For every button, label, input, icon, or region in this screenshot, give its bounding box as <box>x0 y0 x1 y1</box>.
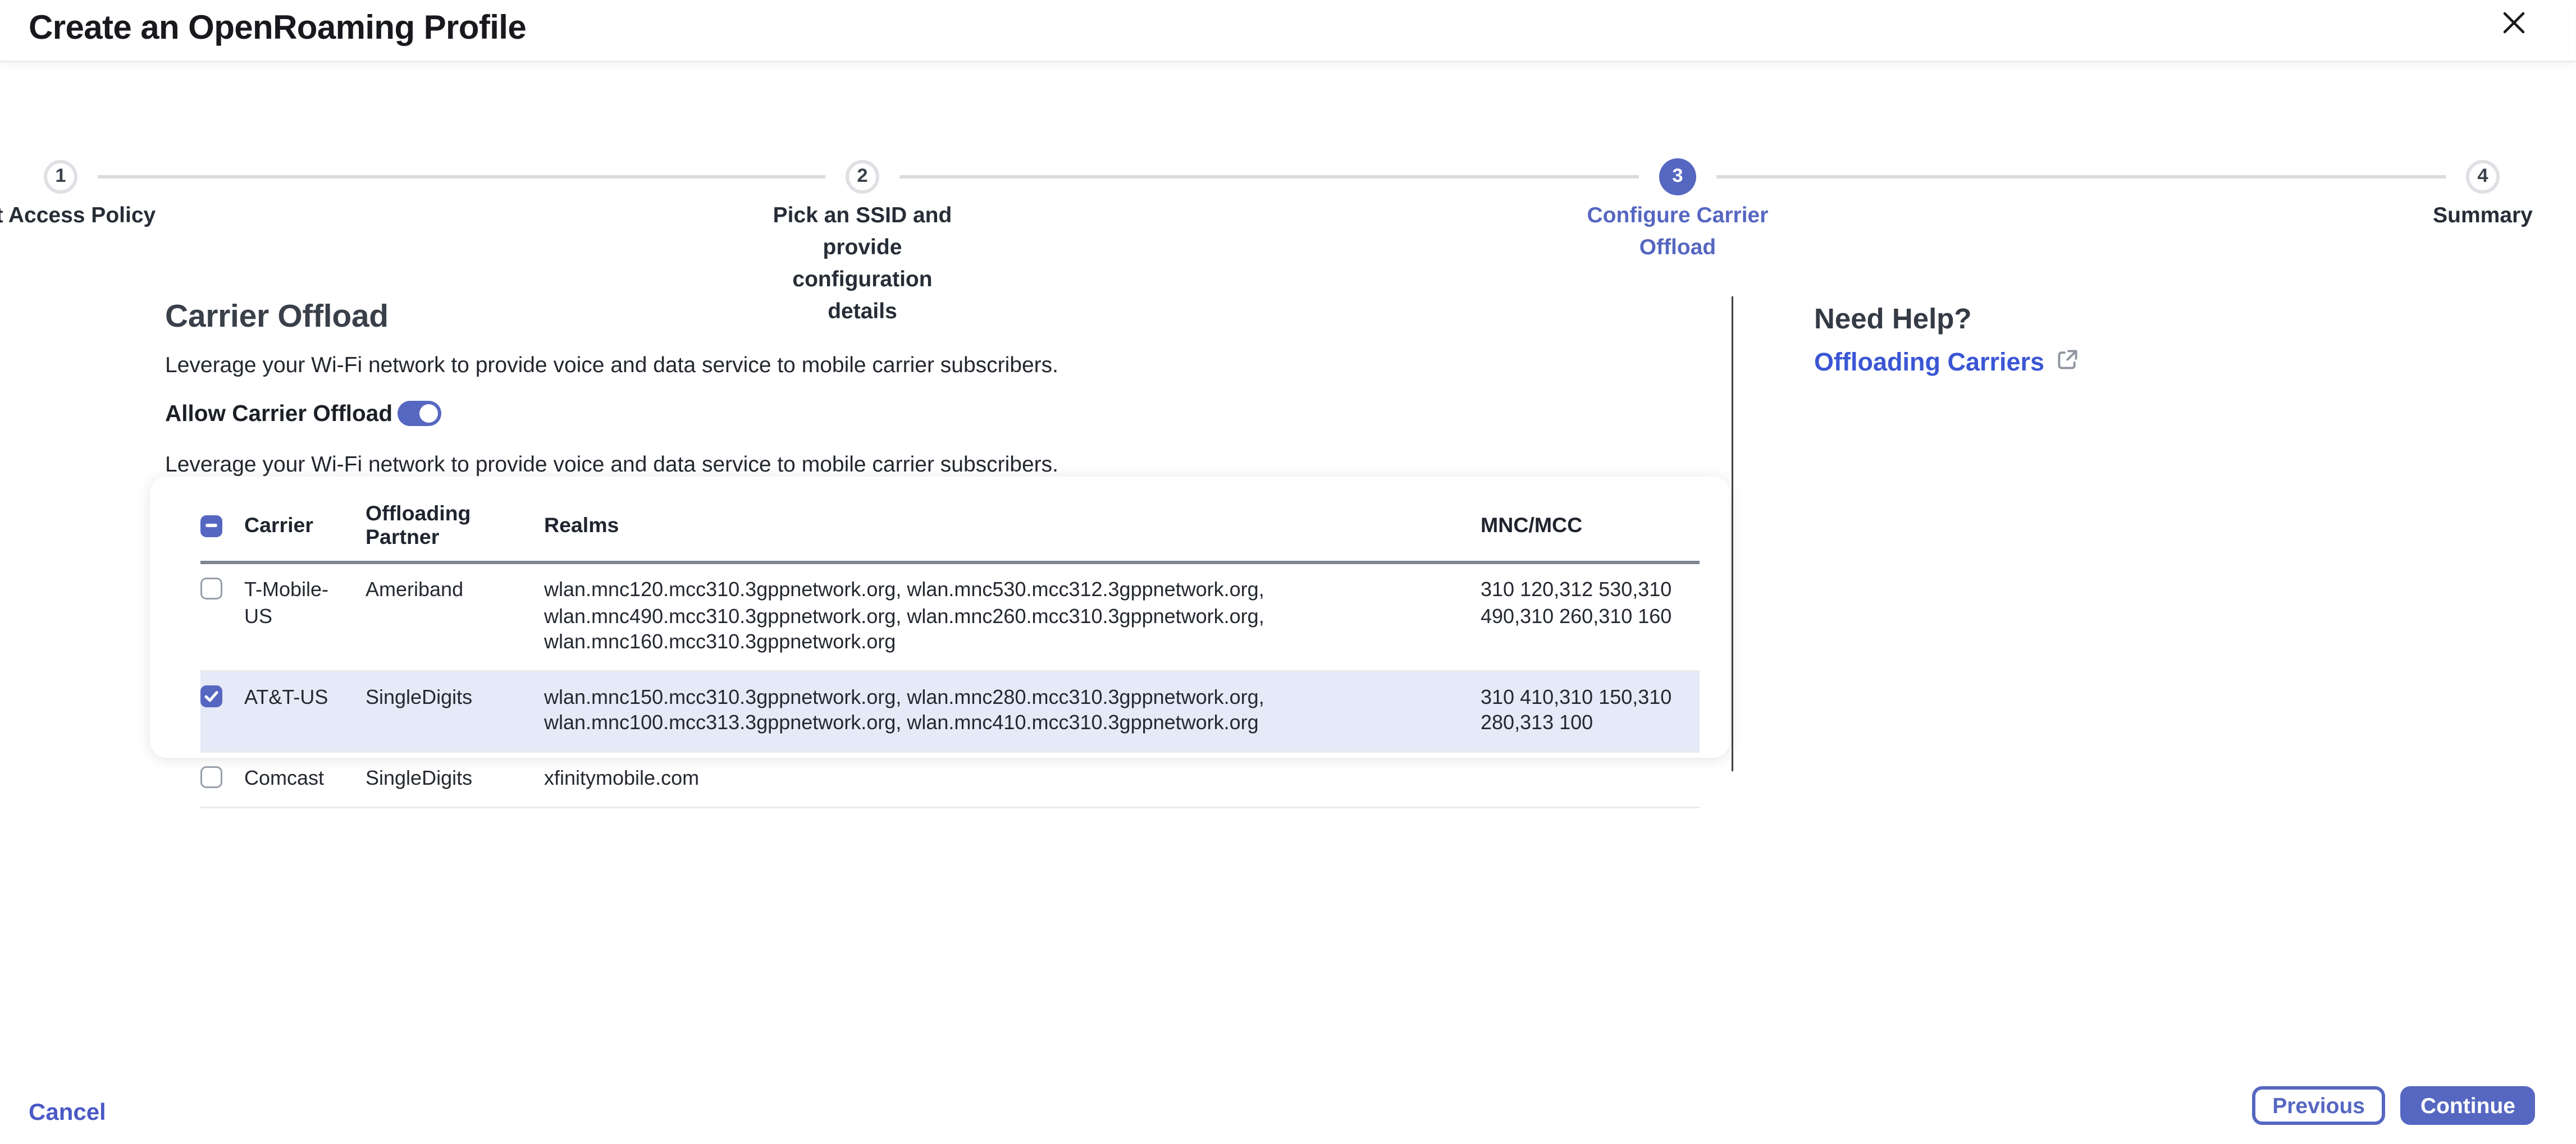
column-header-realms: Realms <box>544 490 1481 562</box>
step-1-circle[interactable]: 1 <box>44 160 77 194</box>
create-openroaming-profile-dialog: Create an OpenRoaming Profile 1 Set Acce… <box>0 0 2576 1144</box>
wizard-stepper: 1 Set Access Policy 2 Pick an SSID and p… <box>0 62 2576 231</box>
step-2-label: Pick an SSID and provide configuration d… <box>763 200 962 327</box>
close-button[interactable] <box>2499 12 2529 42</box>
cell-mnc: 310 410,310 150,310 280,313 100 <box>1481 671 1700 752</box>
select-all-checkbox[interactable] <box>200 515 222 537</box>
previous-button[interactable]: Previous <box>2252 1086 2385 1125</box>
cell-partner: SingleDigits <box>366 752 544 807</box>
carrier-offload-description-2: Leverage your Wi-Fi network to provide v… <box>165 451 1058 477</box>
table-row-att[interactable]: AT&T-US SingleDigits wlan.mnc150.mcc310.… <box>200 671 1700 752</box>
step-3-label: Configure Carrier Offload <box>1578 200 1777 264</box>
column-header-mnc: MNC/MCC <box>1481 490 1700 562</box>
toggle-knob <box>419 404 438 423</box>
cell-carrier: T-Mobile-US <box>244 562 366 671</box>
cell-mnc <box>1481 752 1700 807</box>
cell-carrier: AT&T-US <box>244 671 366 752</box>
row-checkbox[interactable] <box>200 766 222 788</box>
dialog-header: Create an OpenRoaming Profile <box>0 0 2576 62</box>
check-icon <box>202 687 221 705</box>
offloading-carriers-link[interactable]: Offloading Carriers <box>1814 349 2078 377</box>
allow-carrier-offload-toggle[interactable] <box>398 401 441 426</box>
step-connector-3-4 <box>1716 175 2446 178</box>
step-4-label: Summary <box>2378 200 2576 232</box>
cell-mnc: 310 120,312 530,310 490,310 260,310 160 <box>1481 562 1700 671</box>
cancel-button[interactable]: Cancel <box>29 1098 106 1125</box>
carrier-offload-description: Leverage your Wi-Fi network to provide v… <box>165 352 1058 377</box>
dialog-title: Create an OpenRoaming Profile <box>29 10 526 49</box>
need-help-title: Need Help? <box>1814 303 1972 337</box>
step-3-circle[interactable]: 3 <box>1659 158 1696 195</box>
table-row-comcast[interactable]: Comcast SingleDigits xfinitymobile.com <box>200 752 1700 807</box>
step-3-number: 3 <box>1672 167 1683 187</box>
offloading-carriers-link-label: Offloading Carriers <box>1814 349 2044 377</box>
step-4-circle[interactable]: 4 <box>2466 160 2500 194</box>
external-link-icon <box>2056 349 2078 377</box>
continue-button[interactable]: Continue <box>2400 1086 2536 1125</box>
row-checkbox[interactable] <box>200 685 222 707</box>
table-header-row: Carrier Offloading Partner Realms MNC/MC… <box>200 490 1700 562</box>
indeterminate-minus-icon <box>205 524 217 527</box>
allow-carrier-offload-row: Allow Carrier Offload <box>165 401 441 426</box>
column-header-partner: Offloading Partner <box>366 490 544 562</box>
row-checkbox[interactable] <box>200 578 222 600</box>
allow-carrier-offload-label: Allow Carrier Offload <box>165 401 392 426</box>
step-connector-1-2 <box>98 175 825 178</box>
step-2-number: 2 <box>857 167 867 187</box>
cell-carrier: Comcast <box>244 752 366 807</box>
cell-realms: xfinitymobile.com <box>544 752 1481 807</box>
cell-realms: wlan.mnc120.mcc310.3gppnetwork.org, wlan… <box>544 562 1481 671</box>
step-1-label: Set Access Policy <box>0 200 167 232</box>
step-4-number: 4 <box>2477 167 2488 187</box>
step-connector-2-3 <box>899 175 1639 178</box>
carriers-table: Carrier Offloading Partner Realms MNC/MC… <box>200 490 1700 808</box>
cell-realms: wlan.mnc150.mcc310.3gppnetwork.org, wlan… <box>544 671 1481 752</box>
footer-buttons: Previous Continue <box>2252 1086 2536 1125</box>
column-header-carrier: Carrier <box>244 490 366 562</box>
step-2-circle[interactable]: 2 <box>846 160 879 194</box>
cell-partner: Ameriband <box>366 562 544 671</box>
table-row-tmobile[interactable]: T-Mobile-US Ameriband wlan.mnc120.mcc310… <box>200 562 1700 671</box>
close-icon <box>2501 10 2526 44</box>
cell-partner: SingleDigits <box>366 671 544 752</box>
content-divider <box>1732 296 1733 771</box>
section-title-carrier-offload: Carrier Offload <box>165 300 389 337</box>
carriers-table-card: Carrier Offloading Partner Realms MNC/MC… <box>150 477 1730 758</box>
step-1-number: 1 <box>55 167 66 187</box>
